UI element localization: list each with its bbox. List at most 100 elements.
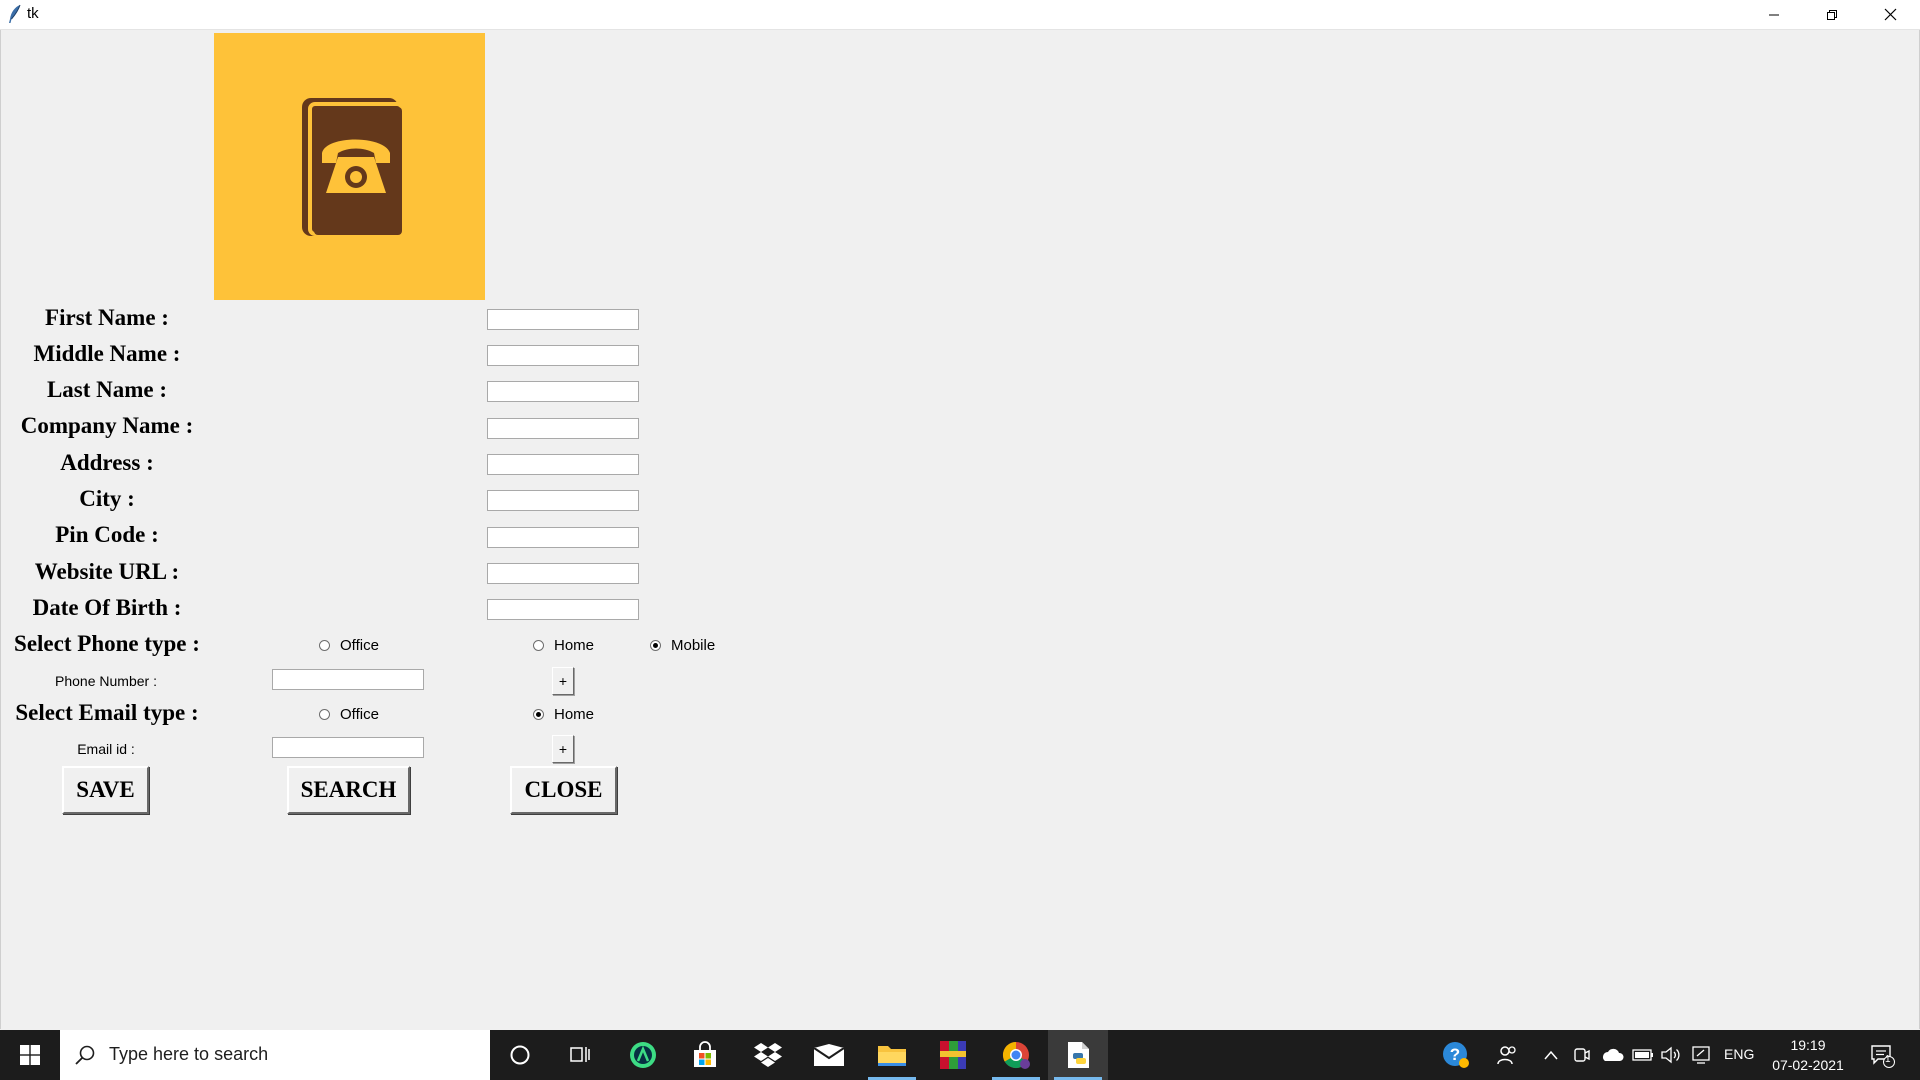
feather-icon bbox=[6, 4, 24, 24]
date-of-birth-input[interactable] bbox=[487, 599, 639, 620]
notification-icon bbox=[1871, 1045, 1895, 1068]
chrome-icon bbox=[1002, 1041, 1030, 1069]
search-button[interactable]: SEARCH bbox=[287, 766, 410, 814]
task-view-button[interactable] bbox=[550, 1030, 610, 1080]
dropbox-button[interactable] bbox=[738, 1030, 798, 1080]
app-window: First Name : Middle Name : Last Name : C… bbox=[0, 30, 1920, 1029]
phone-number-label: Phone Number : bbox=[55, 673, 157, 689]
clock-time: 19:19 bbox=[1790, 1037, 1826, 1053]
python-idle-button[interactable] bbox=[1048, 1030, 1108, 1080]
file-explorer-icon bbox=[878, 1046, 906, 1066]
website-url-label: Website URL : bbox=[34, 559, 180, 584]
android-studio-button[interactable] bbox=[613, 1030, 673, 1080]
radio-indicator bbox=[319, 640, 330, 651]
phone-book-icon bbox=[302, 98, 404, 236]
middle-name-input[interactable] bbox=[487, 345, 639, 366]
pin-code-label: Pin Code : bbox=[55, 522, 159, 547]
network-tray-button[interactable] bbox=[1688, 1030, 1714, 1080]
restore-button[interactable] bbox=[1803, 0, 1861, 29]
onedrive-icon bbox=[1603, 1048, 1624, 1061]
meet-now-icon bbox=[1574, 1048, 1590, 1062]
people-tray-button[interactable] bbox=[1493, 1030, 1521, 1080]
clock[interactable]: 19:19 07-02-2021 bbox=[1760, 1035, 1856, 1075]
close-icon bbox=[1884, 8, 1896, 21]
close-window-button[interactable] bbox=[1861, 0, 1919, 29]
chevron-up-icon bbox=[1544, 1050, 1558, 1060]
meet-now-tray-button[interactable] bbox=[1570, 1030, 1594, 1080]
svg-text:?: ? bbox=[1450, 1045, 1460, 1064]
taskbar-search-box[interactable]: Type here to search bbox=[60, 1030, 490, 1080]
email-type-label: Select Email type : bbox=[15, 700, 199, 725]
company-name-label: Company Name : bbox=[20, 413, 194, 438]
python-idle-icon bbox=[1068, 1042, 1089, 1068]
close-button[interactable]: CLOSE bbox=[510, 766, 617, 814]
add-phone-button[interactable]: + bbox=[552, 667, 574, 695]
start-button[interactable] bbox=[0, 1030, 60, 1080]
save-button[interactable]: SAVE bbox=[62, 766, 149, 814]
email-type-office-radio[interactable]: Office bbox=[319, 706, 379, 723]
taskbar: Type here to search ? ENG 19:19 07-02-20… bbox=[0, 1030, 1920, 1080]
search-icon bbox=[75, 1045, 95, 1065]
radio-indicator-checked bbox=[533, 709, 544, 720]
language-indicator[interactable]: ENG bbox=[1724, 1046, 1754, 1062]
search-placeholder: Type here to search bbox=[109, 1044, 269, 1064]
last-name-input[interactable] bbox=[487, 381, 639, 402]
city-input[interactable] bbox=[487, 490, 639, 511]
mail-icon bbox=[813, 1044, 845, 1066]
action-center-button[interactable]: 1 bbox=[1866, 1030, 1898, 1080]
phone-number-input[interactable] bbox=[272, 669, 424, 690]
people-icon bbox=[1497, 1046, 1516, 1065]
chrome-button[interactable] bbox=[986, 1030, 1046, 1080]
company-name-input[interactable] bbox=[487, 418, 639, 439]
phone-type-office-label: Office bbox=[340, 637, 379, 654]
first-name-label: First Name : bbox=[45, 305, 169, 330]
volume-tray-button[interactable] bbox=[1658, 1030, 1684, 1080]
onedrive-tray-button[interactable] bbox=[1598, 1030, 1626, 1080]
dropbox-icon bbox=[754, 1043, 782, 1067]
clock-date: 07-02-2021 bbox=[1772, 1057, 1844, 1073]
minimize-button[interactable] bbox=[1745, 0, 1803, 29]
phone-type-home-radio[interactable]: Home bbox=[533, 637, 594, 654]
middle-name-label: Middle Name : bbox=[33, 341, 181, 366]
cortana-button[interactable] bbox=[490, 1030, 550, 1080]
phone-type-office-radio[interactable]: Office bbox=[319, 637, 379, 654]
microsoft-store-button[interactable] bbox=[675, 1030, 735, 1080]
add-email-button[interactable]: + bbox=[552, 735, 574, 763]
task-view-icon bbox=[570, 1047, 590, 1062]
phone-type-mobile-radio[interactable]: Mobile bbox=[650, 637, 715, 654]
microsoft-store-icon bbox=[694, 1041, 716, 1067]
last-name-label: Last Name : bbox=[46, 377, 168, 402]
email-type-home-radio[interactable]: Home bbox=[533, 706, 594, 723]
phone-type-mobile-label: Mobile bbox=[671, 637, 716, 654]
phone-type-home-label: Home bbox=[554, 637, 595, 654]
radio-indicator bbox=[319, 709, 330, 720]
date-of-birth-label: Date Of Birth : bbox=[32, 595, 182, 620]
radio-indicator bbox=[533, 640, 544, 651]
first-name-input[interactable] bbox=[487, 309, 639, 330]
email-id-label: Email id : bbox=[77, 741, 135, 757]
cortana-icon bbox=[510, 1045, 530, 1065]
address-input[interactable] bbox=[487, 454, 639, 475]
title-bar: tk bbox=[0, 0, 1920, 30]
help-icon: ? bbox=[1443, 1042, 1469, 1068]
pin-code-input[interactable] bbox=[487, 527, 639, 548]
website-url-input[interactable] bbox=[487, 563, 639, 584]
android-studio-icon bbox=[630, 1042, 656, 1068]
help-tray-button[interactable]: ? bbox=[1441, 1030, 1471, 1080]
mail-button[interactable] bbox=[799, 1030, 859, 1080]
restore-icon bbox=[1827, 9, 1837, 20]
email-id-input[interactable] bbox=[272, 737, 424, 758]
file-explorer-button[interactable] bbox=[862, 1030, 922, 1080]
window-title: tk bbox=[27, 5, 39, 22]
volume-icon bbox=[1661, 1046, 1680, 1064]
address-label: Address : bbox=[60, 450, 154, 475]
battery-icon bbox=[1632, 1049, 1653, 1061]
email-type-home-label: Home bbox=[554, 706, 595, 723]
battery-tray-button[interactable] bbox=[1630, 1030, 1656, 1080]
winrar-button[interactable] bbox=[923, 1030, 983, 1080]
radio-indicator-checked bbox=[650, 640, 661, 651]
network-icon bbox=[1692, 1046, 1710, 1064]
show-hidden-icons-button[interactable] bbox=[1540, 1030, 1562, 1080]
winrar-icon bbox=[940, 1041, 966, 1069]
city-label: City : bbox=[79, 486, 135, 511]
